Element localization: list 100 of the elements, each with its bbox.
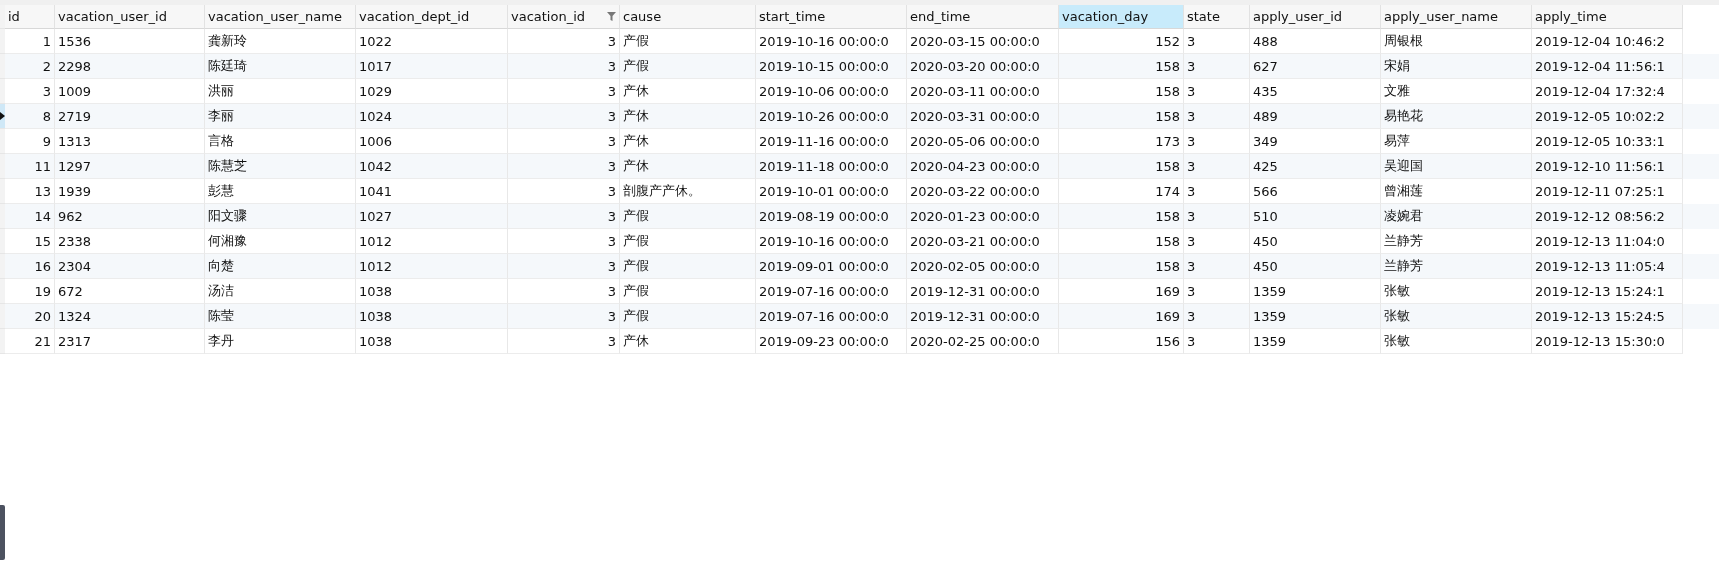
table-cell: 9 [42, 133, 51, 149]
table-cell: 产休 [623, 107, 649, 125]
column-header[interactable]: vacation_user_name [205, 5, 356, 29]
column-header[interactable]: end_time [907, 5, 1059, 29]
table-cell: 169 [1155, 283, 1180, 299]
table-cell: 15 [34, 233, 51, 249]
table-cell: 洪丽 [208, 82, 234, 100]
column-header[interactable]: start_time [756, 5, 907, 29]
column-header[interactable]: apply_time [1532, 5, 1683, 29]
table-cell: 3 [1187, 83, 1196, 99]
column-header[interactable]: id [5, 5, 55, 29]
table-cell: 158 [1155, 108, 1180, 124]
table-cell: 3 [1187, 308, 1196, 324]
table-cell: 3 [1187, 233, 1196, 249]
table-cell: 2019-12-10 11:56:1 [1535, 158, 1665, 174]
table-cell: 产假 [623, 232, 649, 250]
table-cell: 2298 [58, 58, 92, 74]
table-cell: 3 [607, 308, 616, 324]
table-cell: 1536 [58, 33, 92, 49]
table-cell: 2019-10-26 00:00:0 [759, 108, 889, 124]
table-cell: 19 [34, 283, 51, 299]
table-cell: 言格 [208, 132, 234, 150]
column-header[interactable]: vacation_dept_id [356, 5, 508, 29]
table-cell: 1009 [58, 83, 92, 99]
column-header[interactable]: cause [620, 5, 756, 29]
table-cell: 169 [1155, 308, 1180, 324]
table-cell: 2019-10-15 00:00:0 [759, 58, 889, 74]
column-header[interactable]: vacation_user_id [55, 5, 205, 29]
table-cell: 易萍 [1384, 132, 1410, 150]
corner-cell [0, 5, 5, 29]
table-cell: 3 [1187, 283, 1196, 299]
table-cell: 产休 [623, 82, 649, 100]
table-cell: 158 [1155, 233, 1180, 249]
table-cell: 汤洁 [208, 282, 234, 300]
table-cell: 3 [607, 233, 616, 249]
table-cell: 3 [607, 108, 616, 124]
table-cell: 450 [1253, 258, 1278, 274]
table-cell: 2020-02-05 00:00:0 [910, 258, 1040, 274]
side-handle[interactable] [0, 505, 5, 560]
table-cell: 2304 [58, 258, 92, 274]
table-cell: 2019-12-11 07:25:1 [1535, 183, 1665, 199]
table-cell: 产假 [623, 257, 649, 275]
column-header[interactable]: apply_user_id [1250, 5, 1381, 29]
table-cell: 2020-03-21 00:00:0 [910, 233, 1040, 249]
table-cell: 2019-12-05 10:02:2 [1535, 108, 1665, 124]
table-cell: 2019-11-18 00:00:0 [759, 158, 889, 174]
table-cell: 1038 [359, 283, 393, 299]
table-cell: 16 [34, 258, 51, 274]
table-cell: 3 [607, 133, 616, 149]
table-cell: 20 [34, 308, 51, 324]
table-cell: 11 [34, 158, 51, 174]
table-cell: 2019-10-06 00:00:0 [759, 83, 889, 99]
table-cell: 产假 [623, 207, 649, 225]
table-cell: 1006 [359, 133, 393, 149]
table-cell: 158 [1155, 258, 1180, 274]
table-cell: 3 [607, 58, 616, 74]
table-cell: 2019-09-01 00:00:0 [759, 258, 889, 274]
table-cell: 3 [607, 333, 616, 349]
table-cell: 兰静芳 [1384, 232, 1423, 250]
table-cell: 2019-10-16 00:00:0 [759, 33, 889, 49]
table-cell: 2019-12-12 08:56:2 [1535, 208, 1665, 224]
table-cell: 14 [34, 208, 51, 224]
table-cell: 陈慧芝 [208, 157, 247, 175]
column-header[interactable]: vacation_day [1059, 5, 1184, 29]
table-cell: 1027 [359, 208, 393, 224]
table-cell: 158 [1155, 83, 1180, 99]
table-cell: 158 [1155, 208, 1180, 224]
table-cell: 凌婉君 [1384, 207, 1423, 225]
column-header[interactable]: state [1184, 5, 1250, 29]
row-header[interactable] [0, 104, 5, 129]
table-cell: 2019-08-19 00:00:0 [759, 208, 889, 224]
table-cell: 3 [1187, 258, 1196, 274]
table-cell: 张敏 [1384, 282, 1410, 300]
table-cell: 产假 [623, 32, 649, 50]
table-cell: 3 [607, 258, 616, 274]
table-cell: 3 [1187, 183, 1196, 199]
table-cell: 2019-11-16 00:00:0 [759, 133, 889, 149]
table-cell: 489 [1253, 108, 1278, 124]
column-header[interactable]: vacation_id [508, 5, 620, 29]
table-cell: 962 [58, 208, 83, 224]
table-cell: 3 [1187, 33, 1196, 49]
table-cell: 2019-12-13 15:24:5 [1535, 308, 1665, 324]
table-cell: 158 [1155, 58, 1180, 74]
table-cell: 158 [1155, 158, 1180, 174]
table-cell: 陈廷琦 [208, 57, 247, 75]
column-header[interactable]: apply_user_name [1381, 5, 1532, 29]
table-cell: 何湘豫 [208, 232, 247, 250]
table-cell: 21 [34, 333, 51, 349]
table-cell: 1038 [359, 308, 393, 324]
table-cell: 1017 [359, 58, 393, 74]
table-cell: 3 [1187, 108, 1196, 124]
table-cell: 张敏 [1384, 332, 1410, 350]
table-cell: 1022 [359, 33, 393, 49]
table-cell: 3 [1187, 58, 1196, 74]
table-cell: 李丹 [208, 332, 234, 350]
filter-icon[interactable] [607, 12, 616, 21]
table-cell: 陈莹 [208, 307, 234, 325]
table-cell: 2020-03-20 00:00:0 [910, 58, 1040, 74]
table-cell: 2019-12-13 11:05:4 [1535, 258, 1665, 274]
table-cell: 2019-10-16 00:00:0 [759, 233, 889, 249]
